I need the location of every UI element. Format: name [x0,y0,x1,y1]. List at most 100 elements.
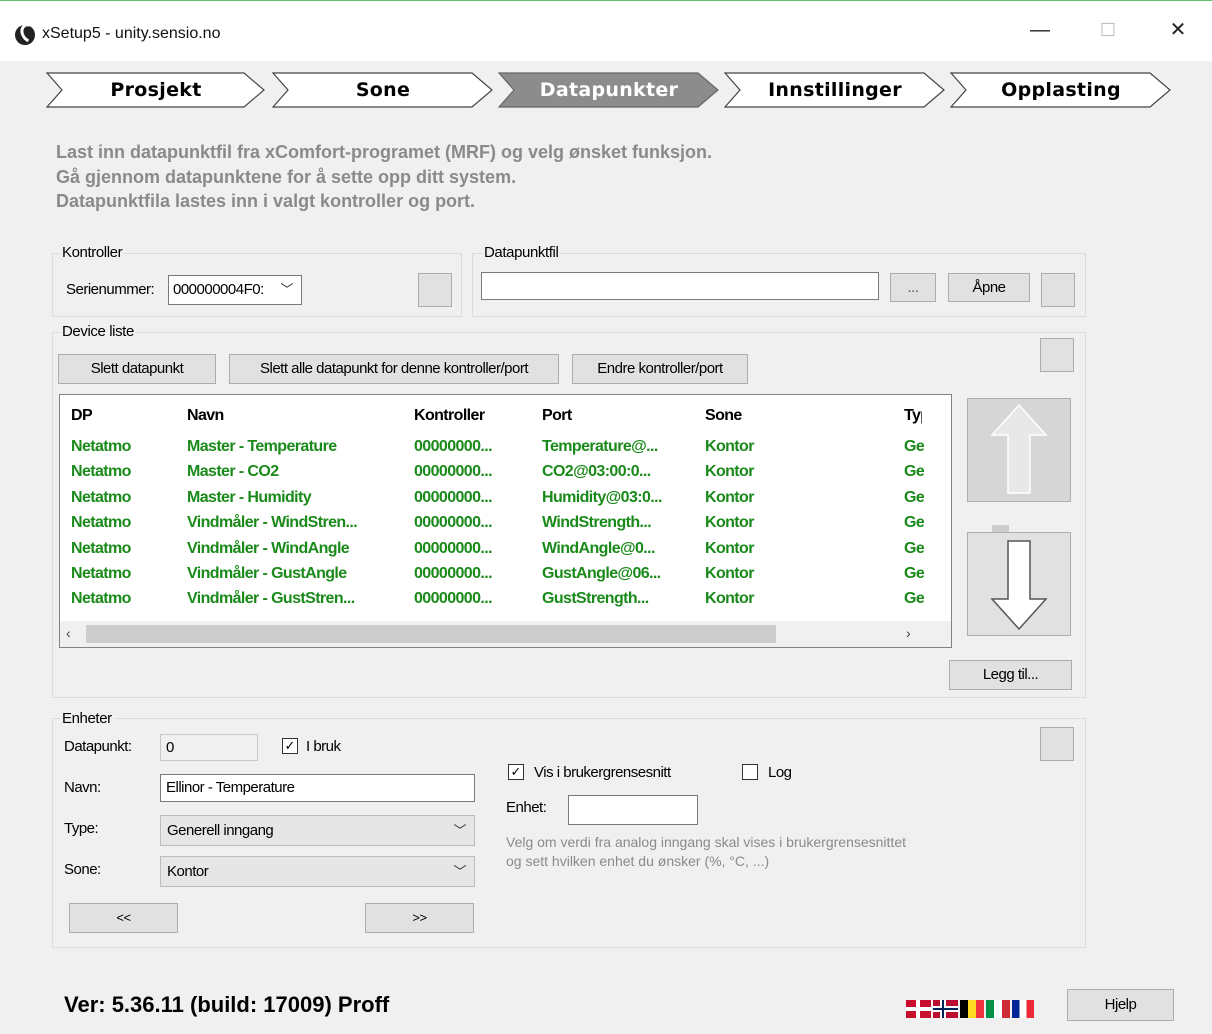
table-cell[interactable]: Kontor [705,540,754,558]
table-cell[interactable]: Vindmåler - WindStren... [187,514,358,532]
table-cell[interactable]: GustAngle@06... [542,565,661,583]
table-cell[interactable]: Netatmo [71,565,131,583]
table-cell[interactable]: Ge [904,540,924,558]
table-cell[interactable]: 00000000... [414,540,493,558]
table-cell[interactable]: 00000000... [414,565,493,583]
horizontal-scrollbar[interactable]: ‹ › [60,621,951,647]
table-cell[interactable]: Kontor [705,590,754,608]
enhet-field[interactable] [568,795,698,825]
table-cell[interactable]: Kontor [705,489,754,507]
table-cell[interactable]: 00000000... [414,489,493,507]
horizontal-scroll-thumb[interactable] [86,625,776,643]
column-header-dp[interactable]: DP [71,407,93,425]
change-controller-port-button[interactable]: Endre kontroller/port [572,354,748,384]
column-header-navn[interactable]: Navn [187,407,224,425]
step-label: Opplasting [1001,79,1121,101]
flag-belgium-icon[interactable] [960,1000,984,1018]
step-sone[interactable]: Sone [272,72,494,108]
scroll-left-icon[interactable]: ‹ [66,625,71,641]
table-cell[interactable]: Netatmo [71,514,131,532]
table-cell[interactable]: Ge [904,438,924,456]
table-cell[interactable]: CO2@03:00:0... [542,463,651,481]
table-cell[interactable]: Kontor [705,514,754,532]
delete-datapoint-button[interactable]: Slett datapunkt [58,354,216,384]
table-cell[interactable]: Ge [904,514,924,532]
enheter-action-button[interactable] [1040,727,1074,761]
step-datapunkter[interactable]: Datapunkter [498,72,720,108]
table-cell[interactable]: Master - Humidity [187,489,312,507]
table-cell[interactable]: 00000000... [414,463,493,481]
log-checkbox[interactable] [742,764,758,780]
table-cell[interactable]: Kontor [705,463,754,481]
language-flags[interactable] [906,1000,1034,1018]
intro-line: Datapunktfila lastes inn i valgt kontrol… [56,191,476,211]
intro-line: Last inn datapunktfil fra xComfort-progr… [56,142,713,162]
step-prosjekt[interactable]: Prosjekt [46,72,266,108]
scroll-right-icon[interactable]: › [906,625,911,641]
next-button[interactable]: >> [365,903,474,933]
maximize-button[interactable]: ☐ [1086,15,1130,45]
chevron-down-icon: ﹀ [280,282,293,297]
table-cell[interactable]: 00000000... [414,590,493,608]
step-opplasting[interactable]: Opplasting [950,72,1172,108]
table-cell[interactable]: Master - CO2 [187,463,279,481]
browse-button[interactable]: ... [890,273,936,302]
previous-button[interactable]: << [69,903,178,933]
move-down-button[interactable] [967,532,1071,636]
sone-select[interactable]: Kontor ﹀ [160,856,475,887]
delete-all-datapoints-button[interactable]: Slett alle datapunkt for denne kontrolle… [229,354,559,384]
table-cell[interactable]: Ge [904,590,924,608]
table-cell[interactable]: 00000000... [414,514,493,532]
flag-norway-icon[interactable] [933,1000,958,1018]
table-cell[interactable]: Netatmo [71,590,131,608]
datapunktfil-action-button[interactable] [1041,273,1075,307]
table-cell[interactable]: Master - Temperature [187,438,337,456]
table-cell[interactable]: Vindmåler - GustAngle [187,565,347,583]
type-select[interactable]: Generell inngang ﹀ [160,815,475,846]
table-cell[interactable]: GustStrength... [542,590,649,608]
table-cell[interactable]: Ge [904,565,924,583]
table-cell[interactable]: Ge [904,463,924,481]
navn-field[interactable]: Ellinor - Temperature [160,774,475,802]
table-cell[interactable]: Humidity@03:0... [542,489,662,507]
table-cell[interactable]: Netatmo [71,489,131,507]
help-button[interactable]: Hjelp [1067,989,1174,1021]
table-cell[interactable]: WindStrength... [542,514,652,532]
column-header-kontroller[interactable]: Kontroller [414,407,485,425]
flag-italy-icon[interactable] [986,1000,1010,1018]
vis-checkbox[interactable]: ✓ [508,764,524,780]
move-up-button[interactable] [967,398,1071,502]
vis-label: Vis i brukergrensesnitt [534,764,671,781]
device-list-action-button[interactable] [1040,338,1074,372]
table-cell[interactable]: Netatmo [71,438,131,456]
close-button[interactable]: ✕ [1156,15,1200,45]
table-cell[interactable]: Kontor [705,565,754,583]
table-cell[interactable]: Vindmåler - GustStren... [187,590,355,608]
datapunktfil-input[interactable] [481,272,879,300]
datapoint-table[interactable]: DP Navn Kontroller Port Sone Typ Netatmo… [59,394,1010,648]
open-button[interactable]: Åpne [948,273,1030,302]
add-button[interactable]: Legg til... [949,660,1072,690]
table-cell[interactable]: Temperature@... [542,438,658,456]
flag-uk-icon[interactable] [906,1000,931,1018]
column-header-type[interactable]: Typ [904,407,922,425]
kontroller-action-button[interactable] [418,273,452,307]
table-cell[interactable]: Kontor [705,438,754,456]
table-cell[interactable]: Netatmo [71,540,131,558]
datapunkt-field[interactable]: 0 [160,734,258,761]
column-header-port[interactable]: Port [542,407,572,425]
step-innstillinger[interactable]: Innstillinger [724,72,946,108]
enhet-label: Enhet: [506,799,547,816]
table-cell[interactable]: Netatmo [71,463,131,481]
sone-label: Sone: [64,861,101,878]
column-header-sone[interactable]: Sone [705,407,742,425]
minimize-button[interactable]: — [1018,15,1062,45]
chevron-down-icon: ﹀ [453,864,466,879]
table-cell[interactable]: WindAngle@0... [542,540,655,558]
i-bruk-checkbox[interactable]: ✓ [282,738,298,754]
flag-france-icon[interactable] [1012,1000,1034,1018]
table-cell[interactable]: Vindmåler - WindAngle [187,540,350,558]
table-cell[interactable]: Ge [904,489,924,507]
serial-select[interactable]: 000000004F0: ﹀ [168,275,302,305]
table-cell[interactable]: 00000000... [414,438,493,456]
